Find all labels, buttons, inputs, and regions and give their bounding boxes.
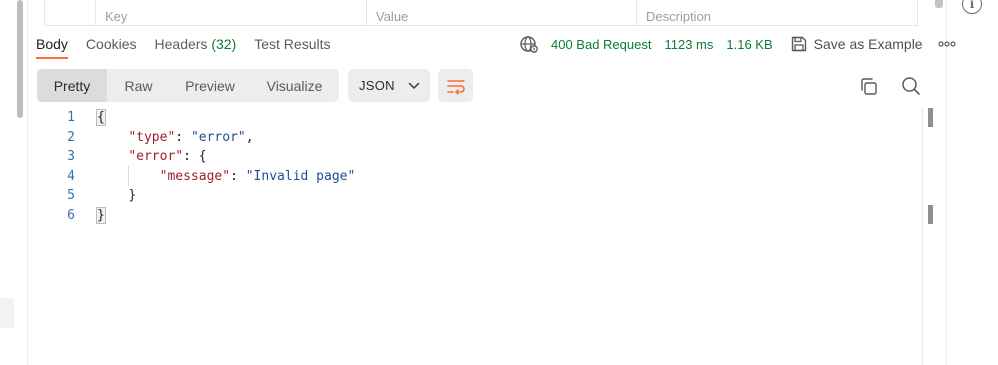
wrap-lines-button[interactable] — [438, 69, 473, 102]
save-icon — [791, 36, 806, 52]
code-text: "message": "Invalid page" — [159, 168, 356, 184]
tab-cookies[interactable]: Cookies — [86, 36, 137, 52]
view-mode-group: Pretty Raw Preview Visualize — [37, 69, 339, 102]
json-punctuation: , — [245, 129, 254, 145]
response-body-editor[interactable]: 1 { 2 "type": "error", 3 "error": { 4 "m… — [36, 108, 922, 365]
json-punctuation: : { — [183, 149, 207, 165]
globe-icon[interactable] — [519, 34, 539, 54]
search-icon[interactable] — [901, 76, 921, 96]
tab-body[interactable]: Body — [36, 36, 68, 52]
indent-guide — [128, 166, 129, 186]
code-text: } — [96, 206, 106, 224]
line-number: 3 — [67, 149, 75, 165]
json-string: "error" — [190, 129, 246, 145]
checkbox-column — [45, 0, 95, 25]
view-preview-button[interactable]: Preview — [170, 69, 250, 102]
code-line: 3 "error": { — [36, 147, 916, 167]
view-raw-button[interactable]: Raw — [107, 69, 170, 102]
description-column-header: Description — [636, 0, 917, 25]
close-brace: } — [128, 188, 137, 204]
open-brace: { — [96, 109, 106, 127]
wrap-lines-icon — [446, 79, 465, 95]
format-label: JSON — [359, 78, 395, 93]
code-line: 6 } — [36, 206, 916, 226]
copy-icon[interactable] — [859, 77, 878, 96]
left-panel-tab[interactable] — [0, 298, 14, 328]
status-code[interactable]: 400 Bad Request — [551, 37, 651, 52]
json-key: "error" — [128, 149, 184, 165]
line-number: 6 — [67, 207, 75, 223]
code-line: 4 "message": "Invalid page" — [36, 167, 916, 187]
code-line: 2 "type": "error", — [36, 128, 916, 148]
key-column-header: Key — [95, 0, 366, 25]
tab-test-results[interactable]: Test Results — [254, 36, 330, 52]
close-brace: } — [96, 206, 106, 224]
chevron-down-icon — [408, 82, 420, 89]
line-number: 2 — [67, 129, 75, 145]
code-line: 1 { — [36, 108, 916, 128]
code-text: "error": { — [97, 149, 207, 165]
response-status-bar: 400 Bad Request 1123 ms 1.16 KB Save as … — [519, 33, 956, 55]
response-time[interactable]: 1123 ms — [664, 37, 713, 52]
active-tab-indicator — [36, 57, 68, 59]
editor-scrollbar-marker[interactable] — [928, 205, 933, 224]
editor-scrollbar-track — [922, 108, 923, 365]
code-line: 5 } — [36, 186, 916, 206]
editor-scrollbar-marker[interactable] — [928, 108, 933, 127]
line-number: 1 — [67, 110, 75, 126]
more-icon[interactable] — [937, 41, 956, 47]
json-string: "Invalid page" — [245, 168, 356, 184]
view-pretty-button[interactable]: Pretty — [37, 69, 107, 102]
code-text: { — [96, 109, 106, 127]
view-visualize-button[interactable]: Visualize — [250, 69, 339, 102]
tab-headers[interactable]: Headers (32) — [155, 36, 237, 52]
save-as-example-label: Save as Example — [813, 36, 923, 52]
response-size[interactable]: 1.16 KB — [726, 37, 772, 52]
line-number: 4 — [67, 168, 75, 184]
code-text: } — [97, 188, 136, 203]
json-key: "type" — [128, 129, 176, 145]
save-as-example-button[interactable]: Save as Example — [790, 35, 923, 53]
tab-headers-label: Headers — [154, 36, 208, 52]
response-tabs: Body Cookies Headers (32) Test Results — [36, 33, 348, 55]
line-number: 5 — [67, 188, 75, 204]
headers-count: (32) — [211, 36, 237, 52]
right-scrollbar[interactable] — [935, 0, 943, 8]
left-scrollbar[interactable] — [17, 0, 23, 118]
params-table-header: Key Value Description — [44, 0, 918, 26]
code-text: "type": "error", — [128, 129, 254, 145]
format-dropdown[interactable]: JSON — [348, 69, 430, 102]
value-column-header: Value — [366, 0, 636, 25]
json-key: "message" — [159, 168, 231, 184]
